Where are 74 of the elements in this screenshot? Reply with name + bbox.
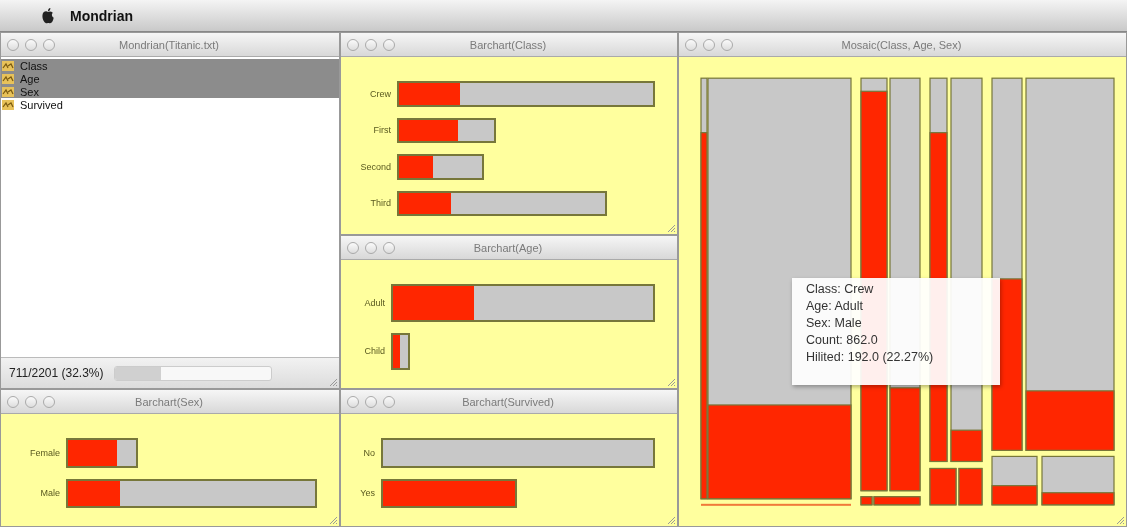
- window-control-button[interactable]: [721, 38, 733, 51]
- selection-count: 711/2201 (32.3%): [9, 366, 104, 380]
- mosaic-tile[interactable]: [991, 455, 1038, 506]
- mosaic-tile[interactable]: [991, 77, 1023, 451]
- window-control-button[interactable]: [383, 395, 395, 408]
- bar-label: Crew: [369, 88, 391, 99]
- bar[interactable]: [399, 156, 482, 178]
- window-title: Mondrian(Titanic.txt): [118, 38, 220, 51]
- mosaic-tile[interactable]: [1025, 77, 1115, 451]
- window-title: Barchart(Class): [468, 38, 548, 51]
- bar[interactable]: [393, 334, 408, 368]
- window-control-button[interactable]: [383, 38, 395, 51]
- bar-label: Female: [29, 447, 60, 458]
- apple-logo-icon[interactable]: [40, 6, 56, 25]
- mosaic-tile[interactable]: [958, 467, 983, 506]
- bar-label: No: [362, 447, 375, 458]
- bar-label: Adult: [363, 297, 385, 308]
- bar-label: Yes: [359, 488, 375, 499]
- window-title: Barchart(Sex): [134, 395, 204, 408]
- window-title: Barchart(Survived): [461, 395, 555, 408]
- bar[interactable]: [399, 192, 606, 214]
- variable-item[interactable]: Class: [1, 59, 339, 72]
- window-control-button[interactable]: [7, 395, 19, 408]
- variable-item[interactable]: Age: [1, 72, 339, 85]
- window-title: Barchart(Age): [472, 241, 544, 254]
- variable-item[interactable]: Sex: [1, 85, 339, 98]
- variable-type-icon: [2, 60, 14, 71]
- window-control-button[interactable]: [25, 395, 37, 408]
- bar[interactable]: [393, 286, 653, 320]
- mosaic-tile[interactable]: [929, 467, 957, 506]
- mosaic-tile[interactable]: [701, 503, 851, 506]
- window-control-button[interactable]: [703, 38, 715, 51]
- variable-item[interactable]: Survived: [1, 98, 339, 111]
- window-control-button[interactable]: [347, 395, 359, 408]
- bar-label: First: [372, 125, 391, 136]
- resize-grip-icon[interactable]: [328, 377, 338, 387]
- window-control-button[interactable]: [365, 241, 377, 254]
- bar[interactable]: [68, 440, 136, 466]
- bar[interactable]: [383, 480, 515, 506]
- variable-type-icon: [2, 99, 14, 110]
- variable-type-icon: [2, 86, 14, 97]
- mosaic-tile[interactable]: [1041, 455, 1115, 506]
- variable-type-icon: [2, 73, 14, 84]
- bar[interactable]: [68, 480, 315, 506]
- bar[interactable]: [399, 83, 653, 105]
- bar[interactable]: [399, 119, 495, 141]
- resize-grip-icon[interactable]: [328, 515, 338, 525]
- resize-grip-icon[interactable]: [666, 223, 676, 233]
- window-control-button[interactable]: [25, 38, 37, 51]
- resize-grip-icon[interactable]: [1115, 515, 1125, 525]
- resize-grip-icon[interactable]: [666, 377, 676, 387]
- window-control-button[interactable]: [347, 38, 359, 51]
- window-control-button[interactable]: [43, 38, 55, 51]
- tooltip-line: Count: 862.0: [806, 333, 879, 347]
- window-control-button[interactable]: [347, 241, 359, 254]
- bar-label: Male: [39, 488, 60, 499]
- window-control-button[interactable]: [685, 38, 697, 51]
- bar-label: Second: [359, 161, 391, 172]
- window-control-button[interactable]: [383, 241, 395, 254]
- window-title: Mosaic(Class, Age, Sex): [840, 38, 963, 51]
- tooltip-line: Age: Adult: [806, 299, 864, 313]
- app-menu[interactable]: Mondrian: [70, 7, 133, 24]
- tooltip-line: Hilited: 192.0 (22.27%): [806, 350, 935, 364]
- tooltip-line: Class: Crew: [806, 282, 875, 296]
- resize-grip-icon[interactable]: [666, 515, 676, 525]
- window-control-button[interactable]: [43, 395, 55, 408]
- window-control-button[interactable]: [365, 395, 377, 408]
- mosaic-tile[interactable]: [860, 496, 873, 506]
- window-control-button[interactable]: [365, 38, 377, 51]
- mosaic-tile[interactable]: [873, 496, 921, 506]
- bar-label: Third: [369, 198, 391, 209]
- bar-label: Child: [363, 346, 385, 357]
- tooltip-line: Sex: Male: [806, 316, 863, 330]
- window-control-button[interactable]: [7, 38, 19, 51]
